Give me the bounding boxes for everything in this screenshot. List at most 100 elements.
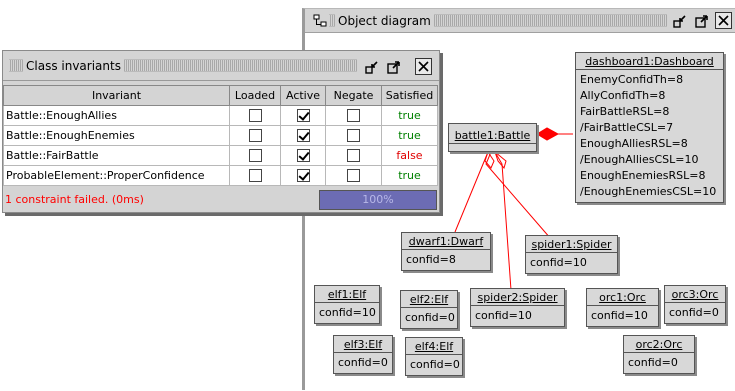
negate-cell [325, 165, 382, 186]
loaded-cell [229, 125, 281, 146]
composition-lobe-left [484, 150, 495, 169]
object-spider1[interactable]: spider1:Spider confid=10 [525, 235, 618, 274]
negate-checkbox[interactable] [347, 109, 360, 123]
object-spider2[interactable]: spider2:Spider confid=10 [470, 288, 565, 327]
object-elf3[interactable]: elf3:Elf confid=0 [333, 335, 393, 374]
object-attribute: EnemyConfidTh=8 [580, 73, 684, 86]
satisfied-value: true [381, 105, 438, 126]
class-invariants-window[interactable]: Class invariants Invariant Loaded Active… [2, 50, 440, 213]
object-attribute: confid=0 [410, 358, 460, 371]
table-row[interactable]: Battle::EnoughEnemies true [3, 125, 438, 146]
active-checkbox[interactable] [296, 149, 310, 163]
minimize-icon[interactable] [671, 12, 688, 29]
object-attribute: confid=10 [591, 309, 648, 322]
object-orc1[interactable]: orc1:Orc confid=10 [586, 288, 659, 327]
object-attribute: confid=0 [628, 356, 678, 369]
object-attribute: confid=8 [406, 253, 456, 266]
composition-diamond-icon [536, 127, 560, 141]
column-header-invariant[interactable]: Invariant [3, 85, 230, 106]
object-diagram-titlebar[interactable]: Object diagram [305, 9, 735, 33]
column-header-loaded[interactable]: Loaded [229, 85, 281, 106]
table-row[interactable]: ProbableElement::ProperConfidence true [3, 165, 438, 186]
table-row[interactable]: Battle::EnoughAllies true [3, 105, 438, 126]
satisfied-value: false [381, 145, 438, 166]
object-dashboard1[interactable]: dashboard1:Dashboard EnemyConfidTh=8 All… [575, 52, 724, 203]
class-invariants-title: Class invariants [23, 58, 124, 74]
object-name: elf3:Elf [334, 336, 392, 353]
active-cell [280, 145, 326, 166]
object-attribute: AllyConfidTh=8 [580, 89, 666, 102]
active-cell [280, 105, 326, 126]
column-header-satisfied[interactable]: Satisfied [381, 85, 438, 106]
loaded-cell [229, 105, 281, 126]
close-icon[interactable] [715, 12, 732, 29]
progress-bar: 100% [319, 190, 437, 210]
object-attribute: FairBattleRSL=8 [580, 105, 670, 118]
negate-cell [325, 125, 382, 146]
object-name: elf4:Elf [406, 338, 462, 355]
active-checkbox[interactable] [296, 169, 310, 183]
class-invariants-titlebar[interactable]: Class invariants [3, 51, 439, 81]
active-cell [280, 165, 326, 186]
loaded-cell [229, 165, 281, 186]
object-name: elf2:Elf [401, 291, 457, 308]
progress-label: 100% [362, 193, 394, 206]
close-icon[interactable] [415, 58, 432, 75]
status-bar: 1 constraint failed. (0ms) 100% [3, 189, 439, 211]
object-name: dashboard1:Dashboard [576, 53, 723, 70]
battle-spider2-link [494, 151, 512, 291]
object-attribute: confid=10 [319, 306, 376, 319]
table-row[interactable]: Battle::FairBattle false [3, 145, 438, 166]
loaded-checkbox[interactable] [248, 129, 262, 143]
object-name: battle1:Battle [449, 124, 536, 144]
maximize-icon[interactable] [693, 12, 710, 29]
minimize-icon[interactable] [363, 58, 380, 75]
loaded-cell [229, 145, 281, 166]
invariant-name: Battle::EnoughAllies [3, 105, 230, 126]
loaded-checkbox[interactable] [248, 169, 262, 183]
object-attribute: EnoughEnemiesRSL=8 [580, 169, 706, 182]
object-name: orc2:Orc [624, 336, 694, 353]
satisfied-value: true [381, 125, 438, 146]
object-name: elf1:Elf [315, 286, 379, 303]
negate-cell [325, 145, 382, 166]
invariants-table[interactable]: Invariant Loaded Active Negate Satisfied… [3, 85, 438, 186]
maximize-icon[interactable] [385, 58, 402, 75]
object-elf2[interactable]: elf2:Elf confid=0 [400, 290, 458, 329]
object-diagram-icon [311, 12, 328, 29]
object-attribute: /FairBattleCSL=7 [580, 121, 674, 134]
object-attribute: /EnoughAlliesCSL=10 [580, 153, 699, 166]
loaded-checkbox[interactable] [248, 109, 262, 123]
invariant-name: ProbableElement::ProperConfidence [3, 165, 230, 186]
negate-checkbox[interactable] [347, 169, 360, 183]
object-attribute: confid=0 [405, 311, 455, 324]
negate-checkbox[interactable] [347, 129, 360, 143]
column-header-negate[interactable]: Negate [325, 85, 382, 106]
object-attribute: confid=0 [338, 356, 388, 369]
negate-checkbox[interactable] [347, 149, 360, 163]
object-attribute: confid=10 [530, 256, 587, 269]
negate-cell [325, 105, 382, 126]
active-checkbox[interactable] [296, 109, 310, 123]
object-name: dwarf1:Dwarf [402, 233, 490, 250]
object-attribute: EnoughAlliesRSL=8 [580, 137, 688, 150]
invariant-name: Battle::EnoughEnemies [3, 125, 230, 146]
object-orc2[interactable]: orc2:Orc confid=0 [623, 335, 695, 374]
object-battle1[interactable]: battle1:Battle [448, 123, 537, 152]
column-header-active[interactable]: Active [280, 85, 326, 106]
object-elf1[interactable]: elf1:Elf confid=10 [314, 285, 380, 324]
table-header-row: Invariant Loaded Active Negate Satisfied [3, 85, 438, 106]
object-elf4[interactable]: elf4:Elf confid=0 [405, 337, 463, 376]
invariant-name: Battle::FairBattle [3, 145, 230, 166]
object-dwarf1[interactable]: dwarf1:Dwarf confid=8 [401, 232, 491, 271]
object-name: spider2:Spider [471, 289, 564, 306]
active-cell [280, 125, 326, 146]
object-attribute: confid=10 [475, 309, 532, 322]
object-orc3[interactable]: orc3:Orc confid=0 [664, 285, 726, 324]
loaded-checkbox[interactable] [248, 149, 262, 163]
object-name: orc1:Orc [587, 289, 658, 306]
active-checkbox[interactable] [296, 129, 310, 143]
object-attribute: confid=0 [669, 306, 719, 319]
battle-dwarf-link [454, 151, 489, 233]
object-name: orc3:Orc [665, 286, 725, 303]
